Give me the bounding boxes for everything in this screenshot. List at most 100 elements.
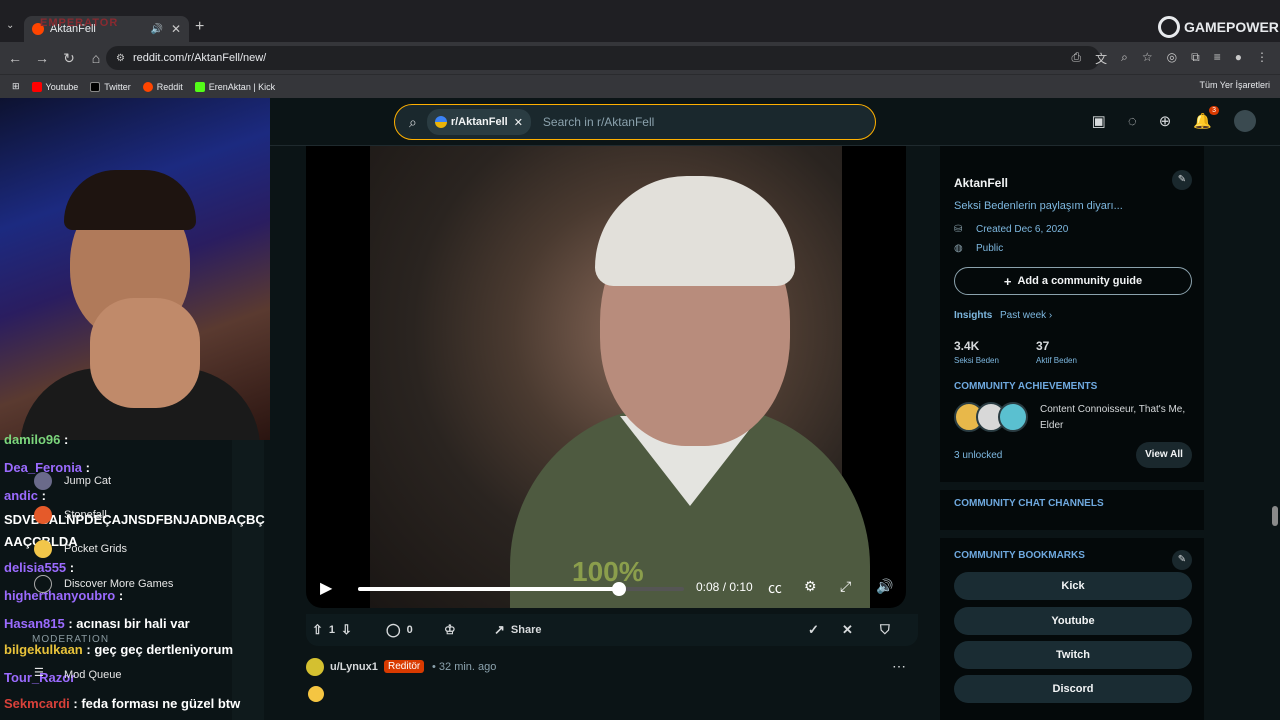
gamepower-logo-icon [1158, 16, 1180, 38]
zoom-icon[interactable]: ⌕ [1121, 50, 1128, 67]
url-input[interactable]: ⚙ reddit.com/r/AktanFell/new/ [106, 46, 1100, 70]
bookmark-reddit[interactable]: Reddit [142, 81, 183, 92]
subreddit-chip-label: r/AktanFell [450, 116, 508, 128]
stat-value: 37 [1036, 339, 1050, 353]
video-progress-track[interactable] [358, 582, 684, 596]
discover-more-games[interactable]: Discover More Games [34, 575, 173, 593]
extension-icons: ⎙ 文 ⌕ ☆ ◎ ⧉ ≡ ● ⋮ [1072, 50, 1268, 67]
game-label: Jump Cat [64, 475, 112, 487]
notification-badge: 3 [1209, 106, 1219, 115]
bookmark-youtube[interactable]: Youtube [31, 81, 78, 92]
header-actions: ▣ ◌ ⊕ 🔔 3 [1092, 106, 1256, 132]
comment: u/Lynux1 Reditör • 32 min. ago ⋯ [306, 656, 918, 716]
tab-search-icon[interactable]: ⌄ [6, 20, 20, 34]
star-icon[interactable]: ☆ [1142, 50, 1153, 67]
volume-icon[interactable]: 🔊 [876, 578, 893, 595]
stat-value: 3.4K [954, 339, 980, 353]
media-icon[interactable]: ≡ [1214, 50, 1221, 67]
speaker-icon[interactable]: 🔊 [150, 24, 162, 35]
install-icon[interactable]: ⎙ [1072, 50, 1082, 67]
chat-channels-heading[interactable]: COMMUNITY CHAT CHANNELS [954, 498, 1104, 509]
play-icon[interactable]: ▶ [320, 578, 332, 598]
bookmarks-heading: COMMUNITY BOOKMARKS [954, 550, 1085, 561]
create-post-icon[interactable]: ⊕ [1159, 112, 1172, 130]
post-actions: ⇧ 1 ⇩ ◯ 0 ♔ ↗ Share ✓ ✕ ⛉ [306, 614, 918, 646]
share-button[interactable]: ↗ Share [494, 622, 541, 638]
site-info-icon[interactable]: ⚙ [116, 53, 125, 64]
chat-icon[interactable]: ◌ [1128, 113, 1137, 130]
downvote-icon[interactable]: ⇩ [341, 622, 352, 638]
ads-icon[interactable]: ▣ [1092, 112, 1106, 130]
captions-icon[interactable]: ㏄ [768, 578, 782, 598]
user-avatar[interactable] [1234, 110, 1256, 132]
forward-icon[interactable]: → [30, 50, 54, 66]
chat-user: andic [4, 488, 38, 503]
video-player[interactable]: 100% ▶ 0:08 / 0:10 ㏄ ⚙ ⤢ 🔊 [306, 146, 906, 608]
game-pocket-grids[interactable]: Pocket Grids [34, 540, 127, 558]
achievements-unlocked: 3 unlocked [954, 450, 1003, 461]
bookmark-youtube-button[interactable]: Youtube [954, 607, 1192, 635]
award-button[interactable]: ♔ [444, 622, 462, 638]
more-options-icon[interactable]: ⋯ [892, 658, 906, 675]
new-tab-icon[interactable]: + [195, 18, 204, 36]
video-subject-hair [595, 176, 795, 286]
vote-group: ⇧ 1 ⇩ [312, 622, 358, 638]
stream-overlay-name: EMPERATOR [40, 17, 119, 29]
menu-icon[interactable]: ⋮ [1256, 50, 1268, 67]
game-stonefall[interactable]: Stonefall [34, 506, 107, 524]
achievements-text: Content Connoisseur, That's Me, Elder [1040, 404, 1186, 431]
settings-gear-icon[interactable]: ⚙ [804, 578, 817, 595]
share-label: Share [510, 624, 542, 636]
translate-icon[interactable]: 文 [1095, 50, 1107, 67]
bookmark-twitch-button[interactable]: Twitch [954, 641, 1192, 669]
view-all-button[interactable]: View All [1136, 442, 1192, 468]
comment-avatar[interactable] [306, 658, 324, 676]
upvote-icon[interactable]: ⇧ [312, 622, 323, 638]
approve-button[interactable]: ✓ [808, 622, 825, 638]
chat-text: feda forması ne güzel btw [81, 696, 241, 711]
mod-shield-button[interactable]: ⛉ [880, 622, 896, 638]
puzzle-icon[interactable]: ⧉ [1191, 50, 1200, 67]
award-icon: ♔ [444, 622, 456, 637]
chip-close-icon[interactable]: ✕ [514, 116, 523, 129]
browser-tabbar: ⌄ AktanFell 🔊 ✕ EMPERATOR + GAMEPOWER [0, 0, 1280, 42]
video-scrubber[interactable] [611, 582, 626, 596]
kick-icon [194, 81, 205, 92]
apps-icon[interactable]: ⊞ [12, 81, 20, 92]
bookmark-twitter[interactable]: Twitter [90, 81, 131, 92]
search-bar[interactable]: ⌕ r/AktanFell ✕ Search in r/AktanFell [394, 104, 876, 140]
notification-bell-icon[interactable]: 🔔 3 [1193, 106, 1219, 130]
game-jump-cat[interactable]: Jump Cat [34, 472, 111, 490]
bookmark-kick-button[interactable]: Kick [954, 572, 1192, 600]
profile-icon[interactable]: ● [1235, 50, 1242, 67]
edit-pencil-icon[interactable]: ✎ [1172, 170, 1192, 190]
remove-button[interactable]: ✕ [842, 622, 859, 638]
search-icon: ⌕ [409, 113, 417, 130]
comments-button[interactable]: ◯ 0 [386, 622, 413, 638]
scrollbar-thumb[interactable] [1272, 506, 1278, 526]
fullscreen-icon[interactable]: ⤢ [840, 578, 851, 595]
insights-period-dropdown[interactable]: Past week › [1000, 310, 1052, 321]
extension-icon[interactable]: ◎ [1167, 50, 1177, 67]
comment-flair: Reditör [384, 660, 425, 673]
achievement-badges[interactable] [954, 402, 1030, 434]
comment-username[interactable]: u/Lynux1 [330, 661, 378, 673]
edit-bookmarks-icon[interactable]: ✎ [1172, 550, 1192, 570]
back-icon[interactable]: ← [3, 50, 27, 66]
close-icon[interactable]: ✕ [171, 22, 181, 36]
search-input[interactable]: Search in r/AktanFell [543, 115, 654, 129]
community-visibility: ◍ Public [954, 243, 1003, 254]
bookmark-discord-button[interactable]: Discord [954, 675, 1192, 703]
page-scrollbar[interactable] [1270, 146, 1280, 720]
achievement-badge-icon [998, 402, 1028, 432]
mod-queue[interactable]: ☰ Mod Queue [34, 666, 121, 684]
pocket-grids-icon [34, 540, 52, 558]
bookmark-kick[interactable]: ErenAktan | Kick [194, 81, 275, 92]
subreddit-chip[interactable]: r/AktanFell ✕ [426, 109, 531, 135]
all-bookmarks[interactable]: Tüm Yer İşaretleri [1199, 80, 1270, 90]
chat-message: damilo96 : [4, 432, 69, 447]
controller-icon [34, 575, 52, 593]
home-icon[interactable]: ⌂ [84, 50, 108, 66]
add-community-guide-button[interactable]: + Add a community guide [954, 267, 1192, 295]
reload-icon[interactable]: ↻ [57, 50, 81, 67]
